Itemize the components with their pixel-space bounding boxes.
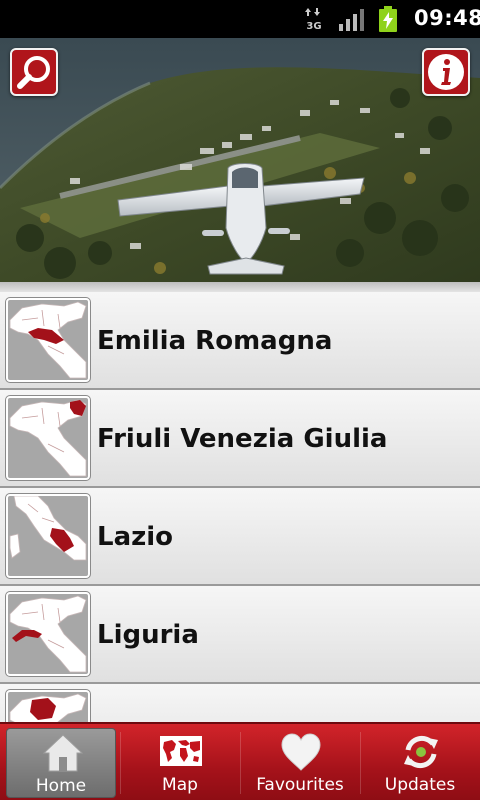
svg-text:3G: 3G [306, 21, 321, 31]
info-button[interactable] [422, 48, 470, 96]
list-item-lazio[interactable]: Lazio [0, 488, 480, 586]
region-name: Friuli Venezia Giulia [97, 424, 388, 454]
tab-updates[interactable]: Updates [365, 728, 475, 798]
region-map-thumbnail [6, 690, 90, 722]
region-name: Emilia Romagna [97, 326, 333, 356]
list-top-shadow [0, 282, 480, 292]
tab-label: Home [35, 776, 87, 796]
world-map-icon [160, 736, 202, 766]
info-icon [428, 54, 464, 90]
airplane-over-airfield-photo [0, 38, 480, 282]
data-3g-icon: 3G [305, 8, 322, 31]
refresh-icon [404, 735, 438, 769]
signal-strength-icon [339, 9, 364, 31]
tab-divider [120, 732, 121, 794]
status-bar: 3G 09:48 [0, 0, 480, 38]
search-button[interactable] [10, 48, 58, 96]
home-icon [42, 734, 84, 772]
list-item-partial[interactable] [0, 684, 480, 722]
tab-label: Updates [384, 775, 456, 795]
region-map-thumbnail [6, 298, 90, 382]
tab-divider [240, 732, 241, 794]
heart-icon [281, 733, 321, 771]
tab-map[interactable]: Map [125, 728, 235, 798]
list-item-liguria[interactable]: Liguria [0, 586, 480, 684]
search-icon [17, 56, 50, 89]
region-map-thumbnail [6, 494, 90, 578]
tab-divider [360, 732, 361, 794]
battery-charging-icon [379, 6, 397, 32]
region-list[interactable]: Emilia Romagna Friuli Venezia Giulia Laz… [0, 282, 480, 722]
tab-label: Favourites [256, 775, 344, 795]
region-map-thumbnail [6, 396, 90, 480]
tab-label: Map [162, 775, 198, 795]
tab-home[interactable]: Home [6, 728, 116, 798]
region-map-thumbnail [6, 592, 90, 676]
status-clock: 09:48 [414, 6, 480, 30]
region-name: Liguria [97, 620, 199, 650]
tab-favourites[interactable]: Favourites [245, 728, 355, 798]
bottom-tab-bar: Home Map Favourites Updates [0, 722, 480, 800]
region-name: Lazio [97, 522, 174, 552]
header-banner [0, 38, 480, 282]
list-item-friuli-venezia-giulia[interactable]: Friuli Venezia Giulia [0, 390, 480, 488]
list-item-emilia-romagna[interactable]: Emilia Romagna [0, 292, 480, 390]
